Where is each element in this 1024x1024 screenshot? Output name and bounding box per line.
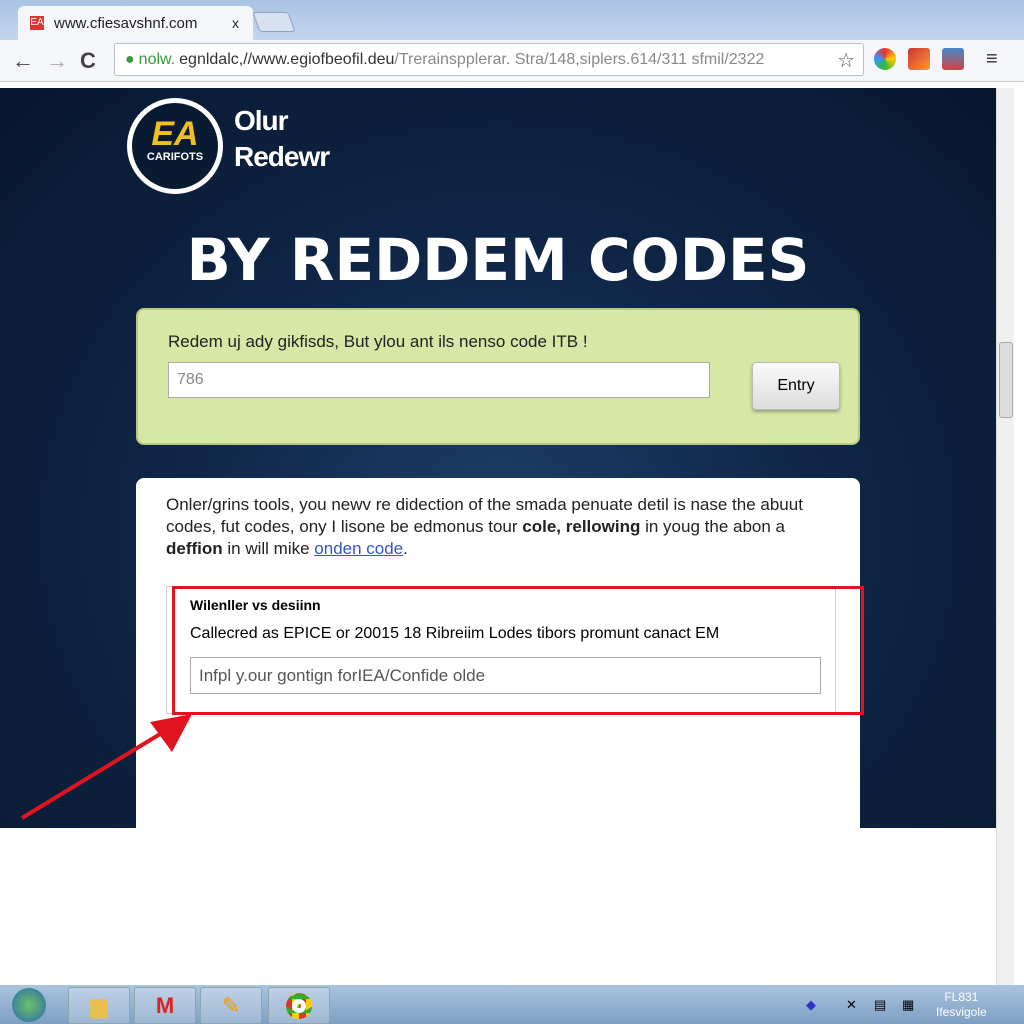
clock[interactable]: FL831 Ifesvigole — [936, 990, 987, 1020]
red-arrow-annotation — [20, 714, 192, 820]
url-path: /Trerainspplerar. Stra/148,siplers.614/3… — [394, 50, 765, 68]
browser-tab[interactable]: EA www.cfiesavshnf.com x — [18, 6, 253, 40]
entry-button[interactable]: Entry — [752, 362, 840, 410]
tray-icon[interactable]: ▦ — [902, 997, 914, 1013]
text: . — [403, 539, 408, 558]
page-title: BY REDDEM CODES — [186, 226, 810, 294]
extension-icon[interactable] — [874, 48, 896, 70]
ea-logo[interactable]: EA CARIFOTS — [127, 98, 223, 194]
scrollbar-thumb[interactable] — [999, 342, 1013, 418]
tray-network-icon[interactable]: ✕ — [846, 997, 857, 1013]
back-icon[interactable]: ← — [12, 48, 34, 74]
tray-icon[interactable]: ▤ — [874, 997, 886, 1013]
info-paragraph: Onler/grins tools, you newv re didection… — [166, 494, 846, 560]
tray-icon[interactable]: ◆ — [806, 997, 816, 1013]
highlight-outline — [172, 586, 864, 715]
brand-line-2: Redewr — [234, 141, 330, 172]
new-tab-button[interactable] — [252, 12, 296, 32]
clock-date: Ifesvigole — [936, 1005, 987, 1019]
code-link[interactable]: onden code — [314, 539, 403, 558]
bold-text: cole, rellowing — [522, 517, 641, 536]
bookmark-star-icon[interactable]: ☆ — [837, 48, 855, 73]
address-bar[interactable]: ● nolw. egnldalc,//www.egiofbeofil.deu /… — [114, 43, 864, 76]
favicon-icon: EA — [30, 16, 44, 30]
tab-title: www.cfiesavshnf.com — [54, 14, 198, 32]
brand-name: Olur Redewr — [234, 103, 330, 175]
taskbar-pencil[interactable]: ✎ — [200, 987, 262, 1024]
text: in will mike — [222, 539, 315, 558]
taskbar-gmail[interactable]: M — [134, 987, 196, 1024]
chrome-icon — [286, 992, 312, 1019]
menu-icon[interactable]: ≡ — [986, 48, 998, 71]
folder-icon: ▆ — [90, 992, 108, 1018]
brand-line-1: Olur — [234, 105, 289, 136]
text: in youg the abon a — [640, 517, 785, 536]
extension-icon[interactable] — [908, 48, 930, 70]
clock-time: FL831 — [944, 990, 979, 1004]
pencil-icon: ✎ — [221, 992, 241, 1018]
bold-text: deffion — [166, 539, 223, 558]
logo-sub: CARIFOTS — [146, 151, 204, 163]
taskbar: ▆ M ✎ ◆ ✕ ▤ ▦ FL831 Ifesvigole — [0, 985, 1024, 1024]
taskbar-explorer[interactable]: ▆ — [68, 987, 130, 1024]
logo-mark: EA — [151, 115, 199, 153]
extension-icon[interactable] — [942, 48, 964, 70]
url-scheme: nolw. — [138, 50, 176, 68]
url-host: egnldalc,//www.egiofbeofil.deu — [179, 50, 395, 68]
close-tab-icon[interactable]: x — [232, 15, 239, 31]
scrollbar[interactable] — [996, 88, 1014, 985]
redeem-label: Redem uj ady gikfisds, But ylou ant ils … — [168, 332, 588, 351]
redeem-box: Redem uj ady gikfisds, But ylou ant ils … — [136, 308, 860, 445]
redeem-code-input[interactable] — [168, 362, 710, 398]
start-button[interactable] — [12, 988, 46, 1022]
taskbar-chrome[interactable] — [268, 987, 330, 1024]
browser-toolbar: ← → C ● nolw. egnldalc,//www.egiofbeofil… — [0, 40, 1024, 82]
gmail-icon: M — [155, 992, 175, 1018]
tab-bar: EA www.cfiesavshnf.com x — [0, 0, 1024, 40]
secure-icon: ● — [125, 50, 135, 68]
forward-icon[interactable]: → — [46, 48, 68, 74]
reload-icon[interactable]: C — [80, 48, 96, 74]
